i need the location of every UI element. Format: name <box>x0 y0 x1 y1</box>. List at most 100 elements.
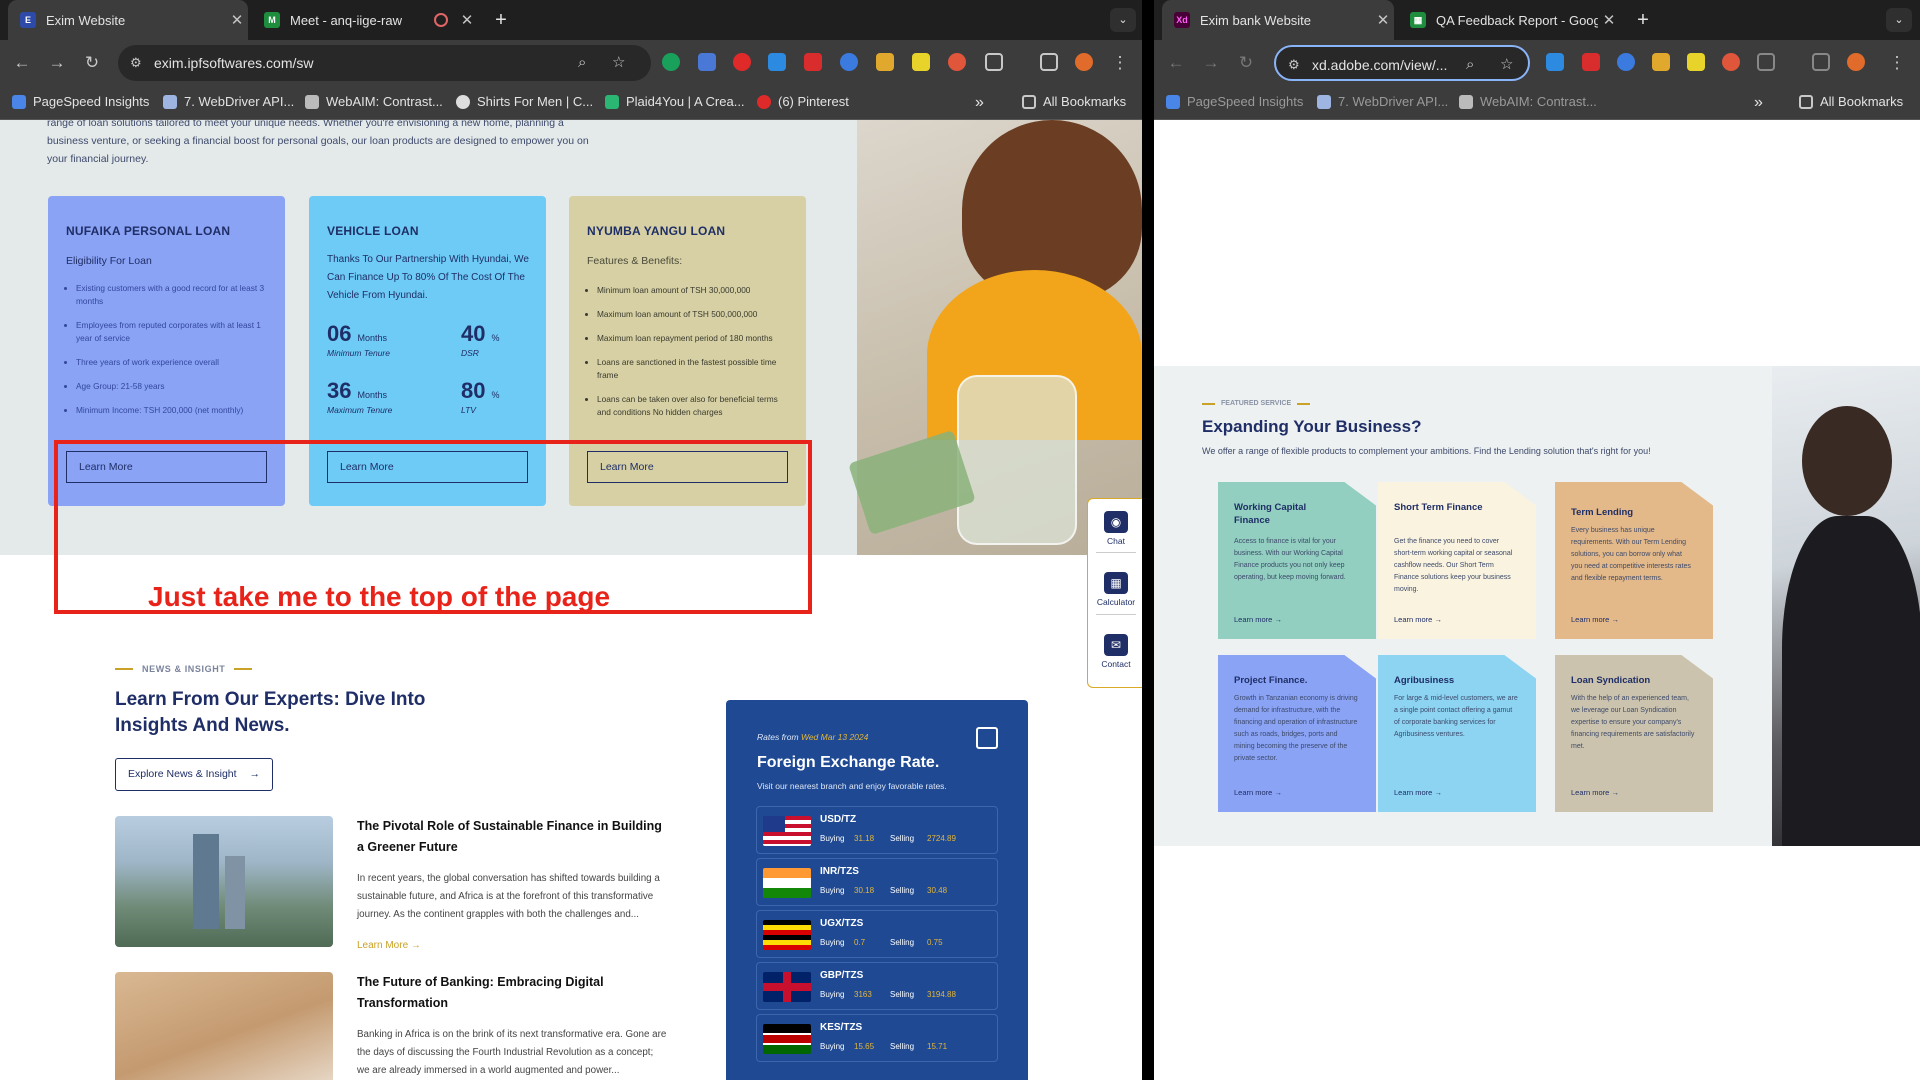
service-learn-more-link[interactable]: Learn more → <box>1234 615 1282 624</box>
service-learn-more-link[interactable]: Learn more → <box>1571 788 1619 797</box>
recording-icon <box>434 13 448 27</box>
font-extension-icon[interactable] <box>768 53 786 71</box>
page-viewport: range of loan solutions tailored to meet… <box>0 120 1142 1080</box>
adblock-extension-icon[interactable] <box>804 53 822 71</box>
service-learn-more-link[interactable]: Learn more → <box>1234 788 1282 797</box>
close-tab-icon[interactable]: ✕ <box>1598 11 1620 29</box>
more-bookmarks-icon[interactable]: » <box>1754 94 1763 112</box>
service-learn-more-link[interactable]: Learn more → <box>1394 788 1442 797</box>
bookmark-plaid4you[interactable]: Plaid4You | A Crea... <box>605 94 745 109</box>
all-bookmarks[interactable]: All Bookmarks <box>1799 94 1903 109</box>
news-learn-more-link[interactable]: Learn More → <box>357 940 421 951</box>
menu-kebab-icon[interactable]: ⋮ <box>1107 50 1133 76</box>
tab-search-icon[interactable]: ⌄ <box>1886 8 1912 32</box>
tab-exim-bank-website[interactable]: Xd Exim bank Website ✕ <box>1162 0 1394 40</box>
city-skyline-image[interactable] <box>115 816 333 947</box>
reload-icon[interactable]: ↻ <box>1233 50 1259 76</box>
bookmark-webdriver[interactable]: 7. WebDriver API... <box>163 94 294 109</box>
side-panel-icon[interactable] <box>1040 53 1058 71</box>
bookmark-pinterest[interactable]: (6) Pinterest <box>757 94 849 109</box>
close-tab-icon[interactable]: ✕ <box>1372 11 1394 29</box>
address-bar[interactable]: ⚙ xd.adobe.com/view/... ⌕ ☆ <box>1274 45 1530 81</box>
a-extension-icon[interactable] <box>912 53 930 71</box>
gear-icon <box>305 94 319 109</box>
news-item-title[interactable]: The Pivotal Role of Sustainable Finance … <box>357 816 667 858</box>
bookmark-star-icon[interactable]: ☆ <box>1500 47 1513 83</box>
news-item-title[interactable]: The Future of Banking: Embracing Digital… <box>357 972 667 1014</box>
tab-meet[interactable]: M Meet - anq-iige-raw ✕ <box>252 0 478 40</box>
menu-kebab-icon[interactable]: ⋮ <box>1884 50 1910 76</box>
adobe-xd-favicon-icon: Xd <box>1174 12 1190 28</box>
new-tab-icon[interactable]: + <box>490 9 512 31</box>
address-bar[interactable]: ⚙ exim.ipfsoftwares.com/sw ⌕ ☆ <box>118 45 651 81</box>
magnet-extension-icon[interactable] <box>1722 53 1740 71</box>
list-item: Existing customers with a good record fo… <box>76 282 272 308</box>
tab-search-icon[interactable]: ⌄ <box>1110 8 1136 32</box>
extensions-puzzle-icon[interactable] <box>1757 53 1775 71</box>
adblock-extension-icon[interactable] <box>1582 53 1600 71</box>
side-panel-icon[interactable] <box>1812 53 1830 71</box>
exchange-swap-icon[interactable] <box>976 727 998 749</box>
coin-jar <box>957 375 1077 545</box>
bookmark-pagespeed[interactable]: PageSpeed Insights <box>1166 94 1303 109</box>
service-card-short-term[interactable]: Short Term Finance Get the finance you n… <box>1378 482 1536 639</box>
card-subtitle: Eligibility For Loan <box>66 255 152 267</box>
woman-coin-jar-photo <box>848 120 1142 555</box>
card-title: NYUMBA YANGU LOAN <box>587 224 726 238</box>
extensions-puzzle-icon[interactable] <box>985 53 1003 71</box>
bookmark-webdriver[interactable]: 7. WebDriver API... <box>1317 94 1448 109</box>
tab-qa-feedback[interactable]: ▦ QA Feedback Report - Googl ✕ <box>1398 0 1620 40</box>
bookmark-webaim[interactable]: WebAIM: Contrast... <box>305 94 443 109</box>
tab-exim-website[interactable]: E Exim Website ✕ <box>8 0 248 40</box>
docs-extension-icon[interactable] <box>698 53 716 71</box>
service-card-loan-syndication[interactable]: Loan Syndication With the help of an exp… <box>1555 655 1713 812</box>
avatar[interactable] <box>1075 53 1093 71</box>
pinterest-icon <box>757 94 771 109</box>
more-bookmarks-icon[interactable]: » <box>975 94 984 112</box>
service-card-term-lending[interactable]: Term Lending Every business has unique r… <box>1555 482 1713 639</box>
meet-favicon-icon: M <box>264 12 280 28</box>
new-tab-icon[interactable]: + <box>1632 9 1654 31</box>
news-section-title: Learn From Our Experts: Dive Into Insigh… <box>115 689 426 736</box>
site-info-icon[interactable]: ⚙ <box>130 45 142 81</box>
all-bookmarks[interactable]: All Bookmarks <box>1022 94 1126 109</box>
service-card-agribusiness[interactable]: Agribusiness For large & mid-level custo… <box>1378 655 1536 812</box>
zoom-icon[interactable]: ⌕ <box>1466 47 1474 83</box>
avatar[interactable] <box>1847 53 1865 71</box>
stat-ltv: 80% LTV <box>461 378 500 415</box>
contact-button[interactable]: ✉ Contact <box>1088 634 1142 669</box>
a-extension-icon[interactable] <box>1687 53 1705 71</box>
bookmark-star-icon[interactable]: ☆ <box>612 45 625 81</box>
color-extension-icon[interactable] <box>840 53 858 71</box>
close-tab-icon[interactable]: ✕ <box>226 11 248 29</box>
grammarly-icon[interactable] <box>662 53 680 71</box>
bookmark-pagespeed[interactable]: PageSpeed Insights <box>12 94 149 109</box>
multicolor-extension-icon[interactable] <box>1652 53 1670 71</box>
forward-icon[interactable]: → <box>1198 50 1224 76</box>
explore-news-button[interactable]: Explore News & Insight → <box>115 758 273 791</box>
zoom-icon[interactable]: ⌕ <box>578 45 586 81</box>
bookmarks-bar: PageSpeed Insights 7. WebDriver API... W… <box>0 85 1142 120</box>
reload-icon[interactable]: ↻ <box>79 50 105 76</box>
forward-icon[interactable]: → <box>44 50 70 76</box>
multicolor-extension-icon[interactable] <box>876 53 894 71</box>
site-info-icon[interactable]: ⚙ <box>1288 47 1300 83</box>
close-tab-icon[interactable]: ✕ <box>456 11 478 29</box>
service-card-project-finance[interactable]: Project Finance. Growth in Tanzanian eco… <box>1218 655 1376 812</box>
service-learn-more-link[interactable]: Learn more → <box>1571 615 1619 624</box>
color-extension-icon[interactable] <box>1617 53 1635 71</box>
back-icon[interactable]: ← <box>1163 50 1189 76</box>
pinterest-extension-icon[interactable] <box>733 53 751 71</box>
bookmark-shirts[interactable]: Shirts For Men | C... <box>456 94 593 109</box>
font-extension-icon[interactable] <box>1546 53 1564 71</box>
chat-button[interactable]: ◉ Chat <box>1088 511 1142 546</box>
calculator-button[interactable]: ▦ Calculator <box>1088 572 1142 607</box>
eligibility-list: Existing customers with a good record fo… <box>72 282 272 428</box>
globe-icon <box>456 94 470 109</box>
bookmark-webaim[interactable]: WebAIM: Contrast... <box>1459 94 1597 109</box>
magnet-extension-icon[interactable] <box>948 53 966 71</box>
service-learn-more-link[interactable]: Learn more → <box>1394 615 1442 624</box>
back-icon[interactable]: ← <box>9 50 35 76</box>
service-card-working-capital[interactable]: Working Capital Finance Access to financ… <box>1218 482 1376 639</box>
card-payment-image[interactable] <box>115 972 333 1080</box>
